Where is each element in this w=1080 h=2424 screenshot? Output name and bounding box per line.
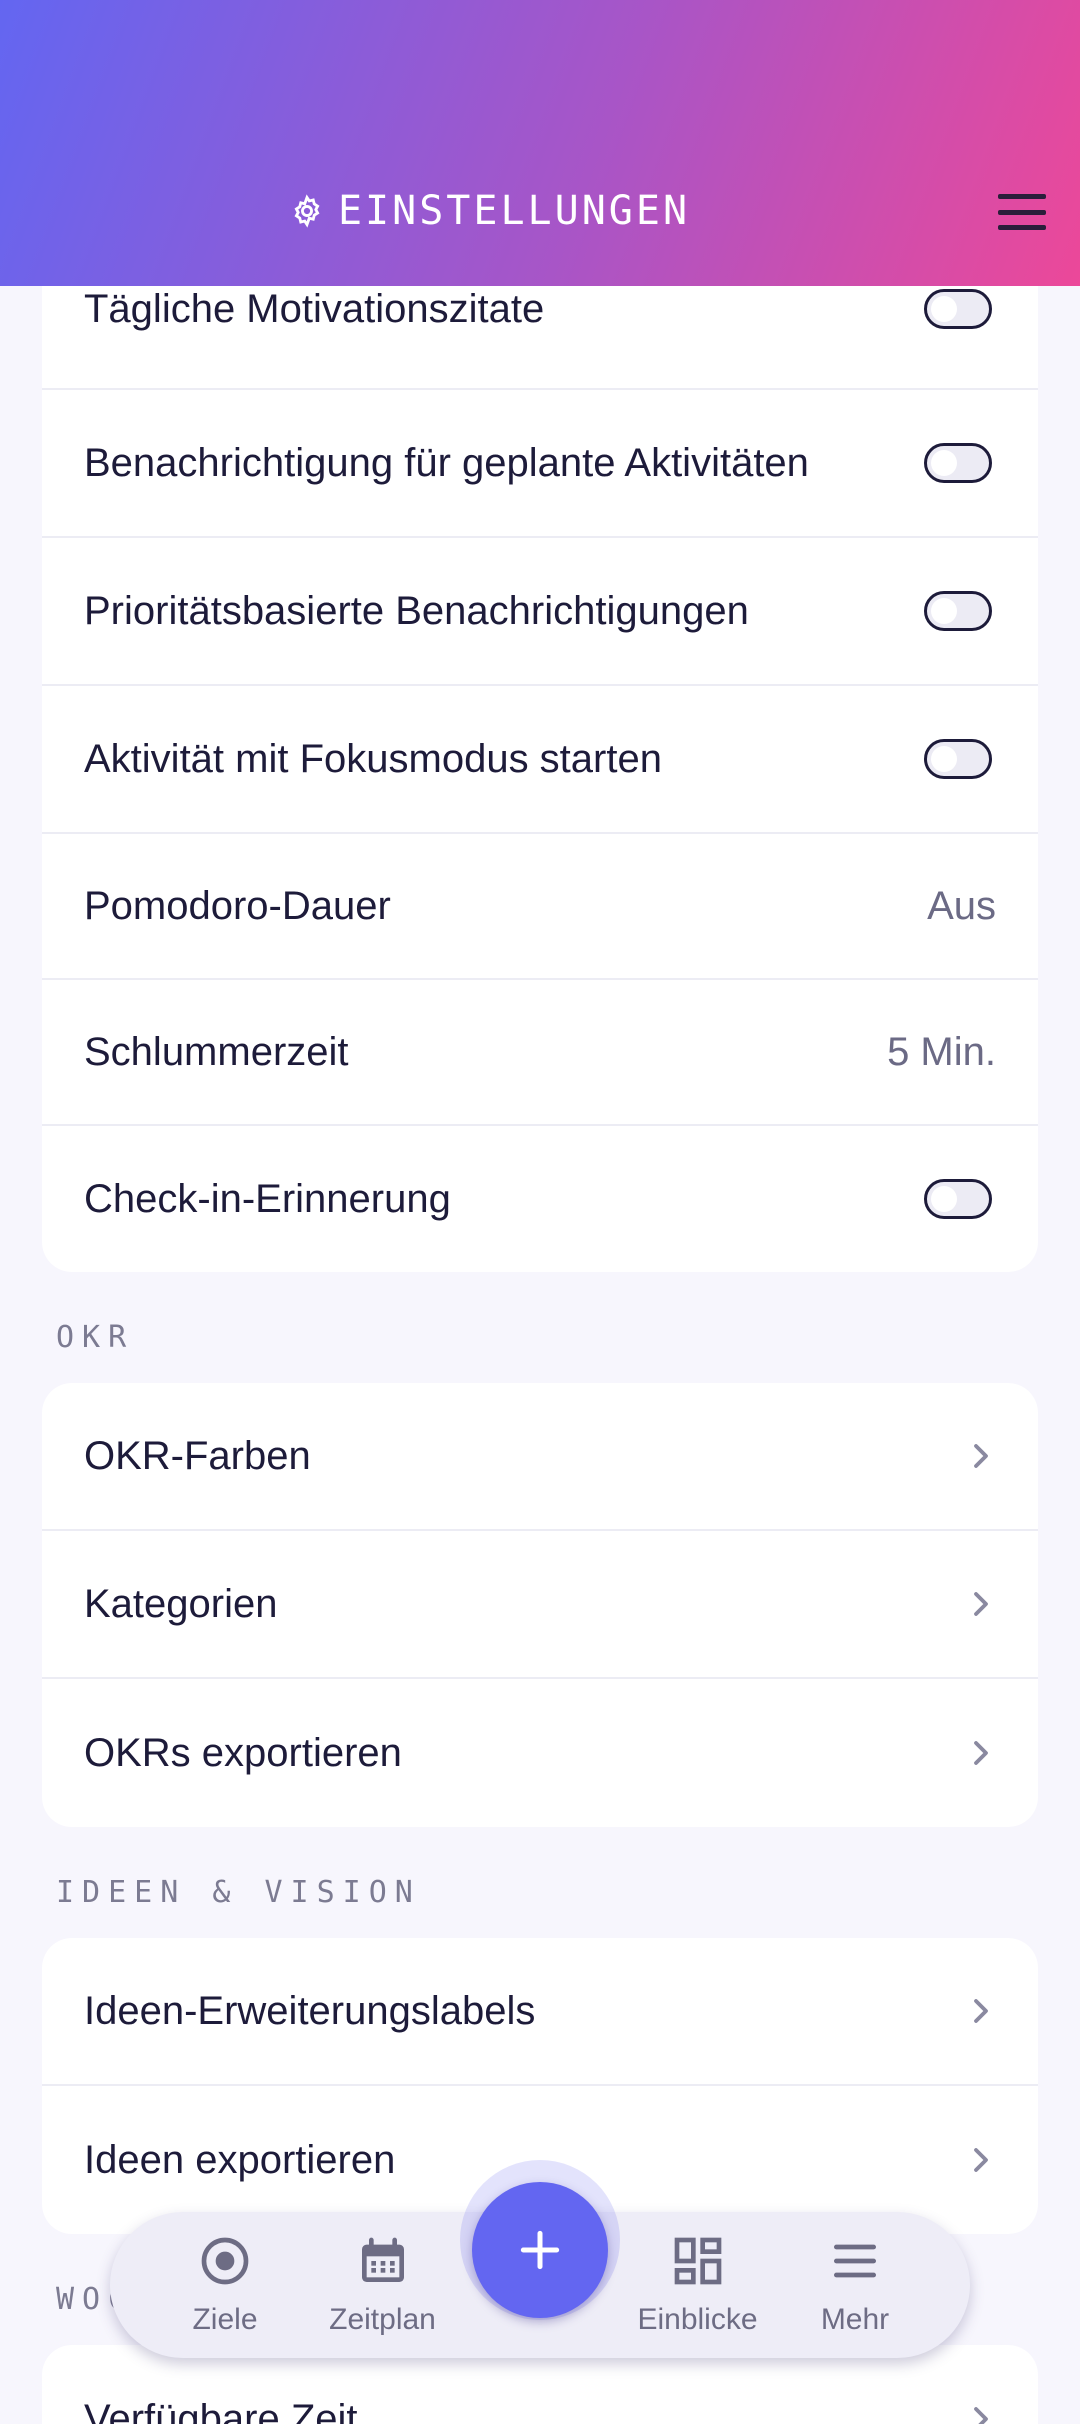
- setting-label: Pomodoro-Dauer: [84, 883, 391, 928]
- setting-label: Kategorien: [84, 1581, 278, 1626]
- plus-icon: [520, 2230, 560, 2270]
- setting-label: Ideen-Erweiterungslabels: [84, 1988, 536, 2033]
- setting-label: Benachrichtigung für geplante Aktivitäte…: [84, 440, 809, 485]
- setting-row-pomodoro[interactable]: Pomodoro-Dauer Aus: [42, 834, 1038, 980]
- calendar-icon: [361, 2237, 404, 2282]
- nav-item-insights[interactable]: Einblicke: [623, 2233, 773, 2337]
- page-title-text: EINSTELLUNGEN: [337, 188, 691, 234]
- add-button[interactable]: [472, 2182, 608, 2318]
- setting-label: OKR-Farben: [84, 1433, 311, 1478]
- setting-row-priority-notifications[interactable]: Prioritätsbasierte Benachrichtigungen: [42, 538, 1038, 686]
- nav-item-more[interactable]: Mehr: [780, 2233, 930, 2337]
- target-icon: [201, 2237, 249, 2285]
- page-title: EINSTELLUNGEN: [0, 188, 980, 234]
- nav-label: Mehr: [820, 2303, 890, 2336]
- setting-label: Check-in-Erinnerung: [84, 1176, 451, 1221]
- setting-label: Tägliche Motivationszitate: [84, 286, 545, 331]
- notifications-card: Tägliche Motivationszitate Benachrichtig…: [42, 230, 1038, 1272]
- pomodoro-value: Aus: [927, 883, 996, 928]
- chevron-right-icon: [974, 2407, 988, 2424]
- setting-row-export-okrs[interactable]: OKRs exportieren: [42, 1679, 1038, 1827]
- setting-label: Ideen exportieren: [84, 2137, 396, 2182]
- menu-icon: [834, 2244, 876, 2278]
- chevron-right-icon: [974, 1592, 988, 1616]
- setting-label: OKRs exportieren: [84, 1730, 402, 1775]
- chevron-right-icon: [974, 1999, 988, 2023]
- nav-label: Ziele: [192, 2303, 258, 2336]
- settings-list[interactable]: Tägliche Motivationszitate Benachrichtig…: [0, 230, 1080, 2424]
- check-in-toggle[interactable]: [924, 1179, 992, 1219]
- setting-row-focus-mode[interactable]: Aktivität mit Fokusmodus starten: [42, 686, 1038, 834]
- setting-row-check-in[interactable]: Check-in-Erinnerung: [42, 1126, 1038, 1272]
- nav-label: Zeitplan: [329, 2303, 436, 2336]
- menu-button[interactable]: [994, 190, 1050, 234]
- section-title-okr: OKR: [56, 1320, 135, 1355]
- setting-row-snooze[interactable]: Schlummerzeit 5 Min.: [42, 980, 1038, 1126]
- nav-item-goals[interactable]: Ziele: [150, 2233, 300, 2337]
- setting-row-categories[interactable]: Kategorien: [42, 1531, 1038, 1679]
- motivation-quotes-toggle[interactable]: [924, 289, 992, 329]
- nav-item-schedule[interactable]: Zeitplan: [308, 2233, 458, 2337]
- gear-icon: [294, 194, 320, 228]
- setting-label: Prioritätsbasierte Benachrichtigungen: [84, 588, 749, 633]
- chevron-right-icon: [974, 1444, 988, 1468]
- priority-notifications-toggle[interactable]: [924, 591, 992, 631]
- setting-label: Schlummerzeit: [84, 1029, 349, 1074]
- setting-row-okr-colors[interactable]: OKR-Farben: [42, 1383, 1038, 1531]
- dashboard-icon: [674, 2237, 721, 2285]
- section-title-ideas: IDEEN & VISION: [56, 1875, 421, 1910]
- nav-label: Einblicke: [637, 2303, 758, 2336]
- planned-activities-toggle[interactable]: [924, 443, 992, 483]
- hamburger-icon: [998, 194, 1046, 199]
- snooze-value: 5 Min.: [887, 1029, 996, 1074]
- focus-mode-toggle[interactable]: [924, 739, 992, 779]
- chevron-right-icon: [974, 1741, 988, 1765]
- setting-row-idea-labels[interactable]: Ideen-Erweiterungslabels: [42, 1938, 1038, 2086]
- setting-label: Aktivität mit Fokusmodus starten: [84, 736, 662, 781]
- okr-card: OKR-Farben Kategorien OKRs exportieren: [42, 1383, 1038, 1827]
- chevron-right-icon: [974, 2148, 988, 2172]
- setting-label: Verfügbare Zeit: [84, 2396, 358, 2424]
- setting-row-planned-activities[interactable]: Benachrichtigung für geplante Aktivitäte…: [42, 390, 1038, 538]
- app-header: EINSTELLUNGEN: [0, 0, 1080, 286]
